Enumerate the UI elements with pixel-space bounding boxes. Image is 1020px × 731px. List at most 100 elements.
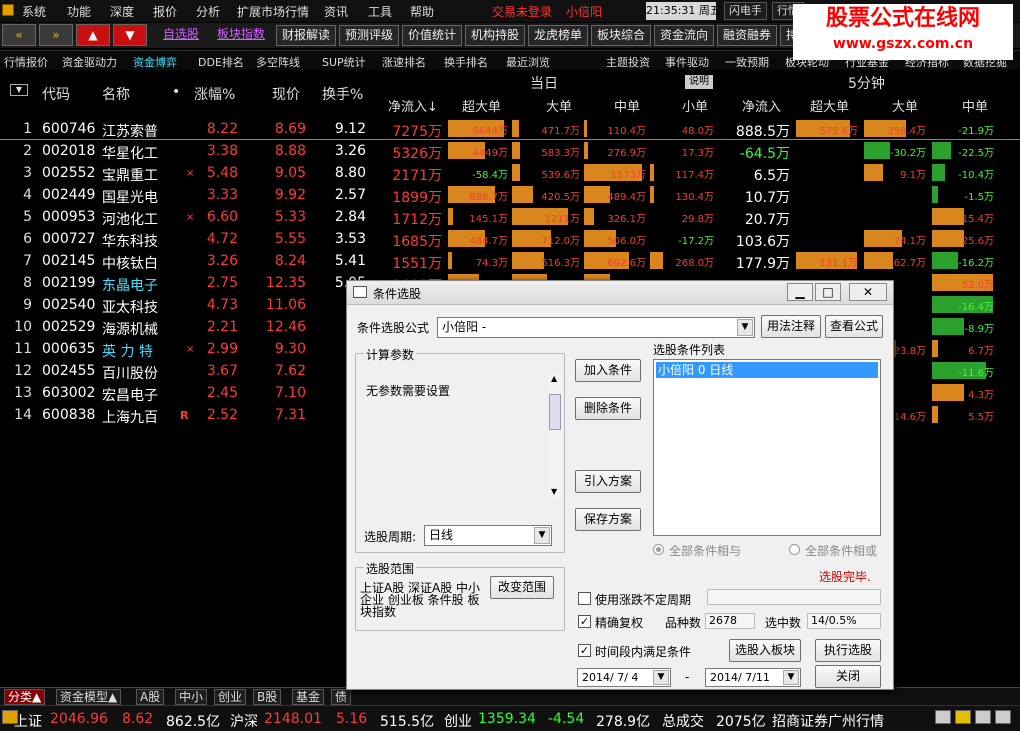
execute-select-button[interactable]: 执行选股 [815,639,881,662]
forecast-rating-button[interactable]: 预测评级 [339,25,400,46]
col-5min-l[interactable]: 大单 [892,96,918,115]
col-price[interactable]: 现价 [272,84,300,104]
menu-extended-market[interactable]: 扩展市场行情 [237,3,309,20]
stock-name[interactable]: 东晶电子 [102,275,158,295]
stock-code[interactable]: 000727 [42,231,95,247]
menu-analysis[interactable]: 分析 [196,3,220,20]
stock-code[interactable]: 600746 [42,121,95,137]
sector-index-link[interactable]: 板块指数 [212,25,270,46]
stock-code[interactable]: 002552 [42,165,95,181]
stock-code[interactable]: 000635 [42,341,95,357]
stock-name[interactable]: 百川股份 [102,363,158,383]
tab-chinext[interactable]: 创业 [214,689,247,705]
chk-unfixed-period[interactable] [578,592,591,605]
condition-list[interactable]: 小倍阳 0 日线 [653,359,881,536]
chevron-down-icon[interactable]: ▼ [534,527,550,544]
table-row[interactable]: 6 000727 华东科技 4.72 5.55 3.53 1685万 103.6万 484.7万… [0,228,1020,250]
scroll-down-icon[interactable]: ▼ [551,487,557,496]
tab-sme[interactable]: 中小 [175,689,208,705]
fund-flow-button[interactable]: 资金流向 [654,25,715,46]
chk-unfixed-period-label[interactable]: 使用涨跌不定周期 [595,591,691,608]
stock-name[interactable]: 宏昌电子 [102,385,158,405]
explain-button[interactable]: 说明 [685,75,713,89]
stock-name[interactable]: 华东科技 [102,231,158,251]
col-today-m[interactable]: 中单 [614,96,640,115]
maximize-icon[interactable]: □ [815,283,841,301]
usage-notes-button[interactable]: 用法注释 [761,315,821,338]
col-change-pct[interactable]: 涨幅% [194,84,235,104]
tab-event-driven[interactable]: 事件驱动 [665,54,709,70]
table-row[interactable]: 1 600746 江苏索普 8.22 8.69 9.12 7275万 888.5万 6644万 4… [0,118,1020,140]
calendar-dropdown-icon[interactable]: ▼ [783,670,799,685]
menu-quote[interactable]: 报价 [153,3,177,20]
radio-and[interactable] [653,544,664,555]
tab-theme-invest[interactable]: 主题投资 [606,54,650,70]
menu-tools[interactable]: 工具 [368,3,392,20]
tab-dde-rank[interactable]: DDE排名 [198,54,244,70]
stock-code[interactable]: 002529 [42,319,95,335]
watchlist-link[interactable]: 自选股 [158,25,204,46]
minimize-icon[interactable]: ▁ [787,283,813,301]
stock-name[interactable]: 英 力 特 [102,341,153,361]
dragon-tiger-button[interactable]: 龙虎榜单 [528,25,589,46]
col-5min-xl[interactable]: 超大单 [810,96,849,115]
calc-params-scrollbar[interactable]: ▲ ▼ [548,372,562,498]
tab-a-shares[interactable]: A股 [136,689,165,705]
trade-login-status[interactable]: 交易未登录 [492,3,552,20]
to-block-button[interactable]: 选股入板块 [729,639,801,662]
table-row[interactable]: 4 002449 国星光电 3.33 9.92 2.57 1899万 10.7万 888.7万 4… [0,184,1020,206]
chk-precise-adjust[interactable]: ✓ [578,615,591,628]
col-5min-m[interactable]: 中单 [962,96,988,115]
import-plan-button[interactable]: 引入方案 [575,470,641,493]
period-select[interactable]: 日线 ▼ [424,525,552,546]
chevron-down-icon[interactable]: ▼ [737,319,753,336]
col-today-xl[interactable]: 超大单 [462,96,501,115]
tab-consensus[interactable]: 一致预期 [725,54,769,70]
stock-code[interactable]: 002199 [42,275,95,291]
tab-sup-stats[interactable]: SUP统计 [322,54,366,70]
tab-b-shares[interactable]: B股 [253,689,282,705]
prev-page-button[interactable]: « [2,24,36,46]
stock-code[interactable]: 002455 [42,363,95,379]
view-formula-button[interactable]: 查看公式 [825,315,883,338]
radio-or-label[interactable]: 全部条件相或 [805,542,877,559]
col-today-net[interactable]: 净流入↓ [388,96,438,115]
menu-info[interactable]: 资讯 [324,3,348,20]
stock-code[interactable]: 002540 [42,297,95,313]
stock-name[interactable]: 海源机械 [102,319,158,339]
table-row[interactable]: 7 002145 中核钛白 3.26 8.24 5.41 1551万 177.9万 74.3万 5… [0,250,1020,272]
stock-code[interactable]: 002449 [42,187,95,203]
tab-market-quote[interactable]: 行情报价 [4,54,48,70]
sh-index-label[interactable]: 上证 [14,711,42,731]
menu-help[interactable]: 帮助 [410,3,434,20]
menu-depth[interactable]: 深度 [110,3,134,20]
col-turnover[interactable]: 换手% [322,84,363,104]
tab-recent[interactable]: 最近浏览 [506,54,550,70]
save-plan-button[interactable]: 保存方案 [575,508,641,531]
tab-bond[interactable]: 债 [331,689,352,705]
close-icon[interactable]: ✕ [849,283,887,301]
stock-name[interactable]: 中核钛白 [102,253,158,273]
date-to-field[interactable]: 2014/ 7/11 ▼ [705,668,801,687]
col-name[interactable]: 名称 [102,84,130,104]
stock-name[interactable]: 华星化工 [102,143,158,163]
mail-icon[interactable] [935,710,951,724]
scroll-thumb[interactable] [549,394,561,430]
add-condition-button[interactable]: 加入条件 [575,359,641,382]
cy-index-label[interactable]: 创业 [444,711,472,731]
stock-name[interactable]: 亚太科技 [102,297,158,317]
stock-name[interactable]: 河池化工 [102,209,158,229]
table-row[interactable]: 2 002018 华星化工 3.38 8.88 3.26 5326万 -64.5万 4449万 5… [0,140,1020,162]
phone-icon[interactable] [995,710,1011,724]
move-down-button[interactable]: ▼ [113,24,147,46]
column-menu-icon[interactable]: ▼ [10,84,28,96]
date-from-field[interactable]: 2014/ 7/ 4 ▼ [577,668,671,687]
table-row[interactable]: 3 002552 宝鼎重工 × 5.48 9.05 8.80 2171万 6.5万 -58.4万 5… [0,162,1020,184]
unfixed-period-field[interactable] [707,589,881,605]
menu-system[interactable]: 系统 [22,3,46,20]
stock-code[interactable]: 002018 [42,143,95,159]
value-stats-button[interactable]: 价值统计 [402,25,463,46]
next-page-button[interactable]: » [39,24,73,46]
table-row[interactable]: 5 000953 河池化工 × 6.60 5.33 2.84 1712万 20.7万 145.1万… [0,206,1020,228]
menu-function[interactable]: 功能 [67,3,91,20]
